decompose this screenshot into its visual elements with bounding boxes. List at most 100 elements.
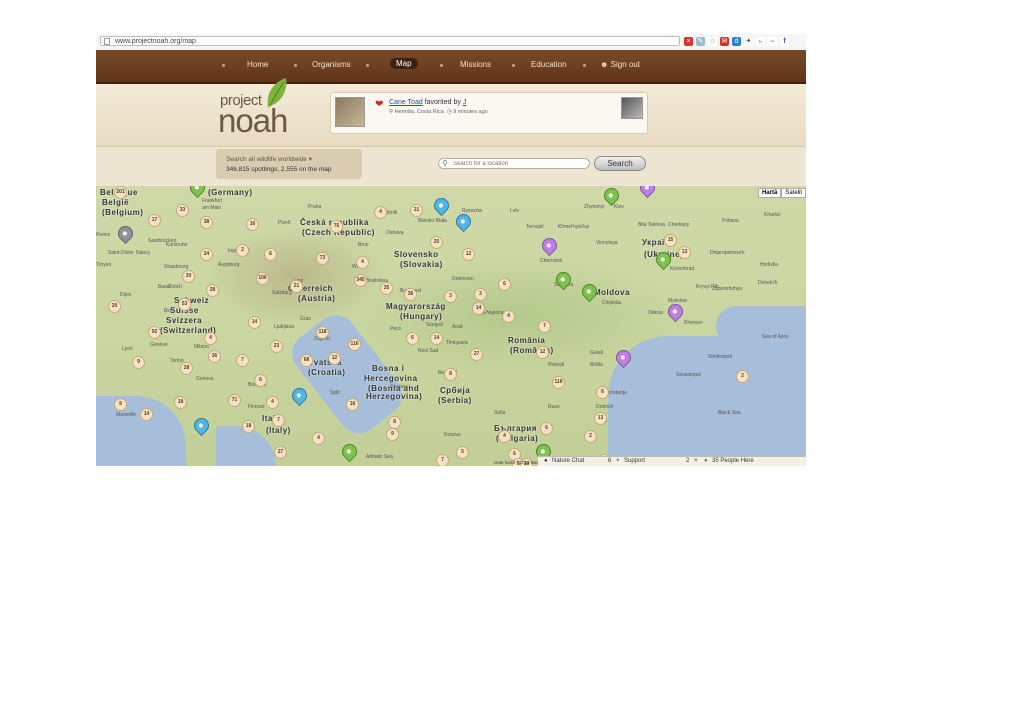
map-type-map-button[interactable]: Hartă [757, 188, 782, 198]
map-pin-icon[interactable] [430, 194, 453, 217]
close-icon[interactable]: × [694, 458, 698, 464]
sighting-cluster-marker[interactable]: 2 [584, 430, 597, 443]
sighting-cluster-marker[interactable]: 68 [300, 354, 313, 367]
sighting-cluster-marker[interactable]: 28 [180, 362, 193, 375]
sighting-cluster-marker[interactable]: 20 [182, 270, 195, 283]
sighting-cluster-marker[interactable]: 6 [264, 248, 277, 261]
support-tab[interactable]: Support [624, 458, 645, 464]
sighting-cluster-marker[interactable]: 201 [114, 186, 127, 199]
sighting-cluster-marker[interactable]: 118 [316, 326, 329, 339]
map-type-satellite-button[interactable]: Satelit [781, 188, 806, 198]
wrench-icon[interactable]: ✎ [696, 37, 705, 46]
sighting-cluster-marker[interactable]: 36 [208, 350, 221, 363]
sighting-cluster-marker[interactable]: 4 [204, 332, 217, 345]
sighting-cluster-marker[interactable]: 345 [354, 274, 367, 287]
location-search-input[interactable] [438, 158, 590, 169]
sighting-cluster-marker[interactable]: 16 [246, 218, 259, 231]
wildlife-filter-dropdown[interactable]: Search all wildlife worldwide ▾ [226, 155, 312, 163]
sighting-cluster-marker[interactable]: 16 [346, 398, 359, 411]
star-icon[interactable]: ☆ [708, 37, 717, 46]
sighting-cluster-marker[interactable]: 4 [266, 396, 279, 409]
facebook-icon[interactable]: f [780, 37, 789, 46]
sighting-cluster-marker[interactable]: 12 [462, 248, 475, 261]
sighting-cluster-marker[interactable]: 7 [436, 454, 449, 466]
sighting-cluster-marker[interactable]: 8 [388, 416, 401, 429]
sighting-cluster-marker[interactable]: 6 [596, 386, 609, 399]
map-pin-icon[interactable] [190, 414, 213, 437]
sighting-cluster-marker[interactable]: 17 [148, 214, 161, 227]
sighting-cluster-marker[interactable]: 3 [444, 290, 457, 303]
sighting-cluster-marker[interactable]: 14 [248, 316, 261, 329]
delicious-icon[interactable]: d [732, 37, 741, 46]
mail-icon[interactable]: ✉ [720, 37, 729, 46]
sighting-cluster-marker[interactable]: 7 [236, 354, 249, 367]
nav-missions[interactable]: Missions [460, 60, 491, 69]
map-pin-icon[interactable] [186, 186, 209, 199]
sighting-cluster-marker[interactable]: 92 [148, 326, 161, 339]
sighting-cluster-marker[interactable]: 5 [456, 446, 469, 459]
url-bar[interactable]: www.projectnoah.org/map [100, 36, 680, 46]
sighting-cluster-marker[interactable]: 33 [176, 204, 189, 217]
sighting-cluster-marker[interactable]: 6 [498, 278, 511, 291]
sighting-cluster-marker[interactable]: 73 [316, 252, 329, 265]
map-pin-icon[interactable] [578, 280, 601, 303]
people-here[interactable]: 35 People Here [712, 458, 754, 464]
organism-link[interactable]: Cane Toad [389, 99, 423, 106]
sighting-cluster-marker[interactable]: 116 [552, 376, 565, 389]
nav-education[interactable]: Education [531, 60, 567, 69]
nature-chat-tab[interactable]: Nature Chat [552, 458, 584, 464]
sighting-cluster-marker[interactable]: 9 [114, 398, 127, 411]
user-avatar[interactable] [621, 97, 643, 119]
sighting-cluster-marker[interactable]: 28 [206, 284, 219, 297]
sighting-cluster-marker[interactable]: 23 [270, 340, 283, 353]
sighting-cluster-marker[interactable]: 13 [678, 246, 691, 259]
sighting-cluster-marker[interactable]: 13 [594, 412, 607, 425]
nav-organisms[interactable]: Organisms [312, 60, 351, 69]
nav-map[interactable]: Map [390, 58, 418, 69]
map-pin-icon[interactable] [636, 186, 659, 199]
sighting-cluster-marker[interactable]: 6 [540, 422, 553, 435]
sighting-cluster-marker[interactable]: 2 [236, 244, 249, 257]
sighting-cluster-marker[interactable]: 25 [430, 236, 443, 249]
sighting-cluster-marker[interactable]: 24 [200, 248, 213, 261]
sighting-cluster-marker[interactable]: 4 [374, 206, 387, 219]
sighting-cluster-marker[interactable]: 38 [200, 216, 213, 229]
sighting-cluster-marker[interactable]: 106 [256, 272, 269, 285]
sighting-cluster-marker[interactable]: 12 [536, 346, 549, 359]
close-icon[interactable]: × [684, 37, 693, 46]
map-pin-icon[interactable] [288, 384, 311, 407]
sighting-cluster-marker[interactable]: 21 [410, 204, 423, 217]
map-pin-icon[interactable] [664, 300, 687, 323]
sighting-cluster-marker[interactable]: 4 [356, 256, 369, 269]
sighting-cluster-marker[interactable]: 9 [132, 356, 145, 369]
search-button[interactable]: Search [594, 156, 646, 171]
sighting-cluster-marker[interactable]: 7 [272, 414, 285, 427]
sighting-cluster-marker[interactable]: 3 [474, 288, 487, 301]
user-link[interactable]: J [463, 99, 467, 106]
map-pin-icon[interactable] [114, 222, 137, 245]
map-pin-icon[interactable] [338, 440, 361, 463]
sighting-cluster-marker[interactable]: 14 [472, 302, 485, 315]
sighting-cluster-marker[interactable]: 53 [178, 298, 191, 311]
sighting-cluster-marker[interactable]: 21 [290, 280, 303, 293]
sighting-cluster-marker[interactable]: 76 [330, 220, 343, 233]
nav-sign-out[interactable]: ☻ Sign out [600, 60, 640, 69]
wildlife-map[interactable]: Frankfurt am Main Praha Rybnik Bielsko-Biała… [96, 186, 806, 466]
sighting-cluster-marker[interactable]: 6 [254, 374, 267, 387]
sighting-cluster-marker[interactable]: 71 [228, 394, 241, 407]
map-pin-icon[interactable] [538, 234, 561, 257]
close-icon[interactable]: × [616, 458, 620, 464]
sighting-cluster-marker[interactable]: 15 [664, 234, 677, 247]
arrow-icon[interactable]: ⇔ [768, 37, 777, 46]
sighting-cluster-marker[interactable]: 116 [348, 338, 361, 351]
badge-icon[interactable]: ₕ [756, 37, 765, 46]
sighting-cluster-marker[interactable]: 14 [430, 332, 443, 345]
sighting-cluster-marker[interactable]: 27 [470, 348, 483, 361]
sighting-cluster-marker[interactable]: 35 [380, 282, 393, 295]
sighting-cluster-marker[interactable]: 12 [328, 352, 341, 365]
map-pin-icon[interactable] [452, 210, 475, 233]
sighting-cluster-marker[interactable]: 36 [404, 288, 417, 301]
sighting-cluster-marker[interactable]: 6 [406, 332, 419, 345]
sighting-cluster-marker[interactable]: 7 [538, 320, 551, 333]
sighting-cluster-marker[interactable]: 4 [498, 430, 511, 443]
